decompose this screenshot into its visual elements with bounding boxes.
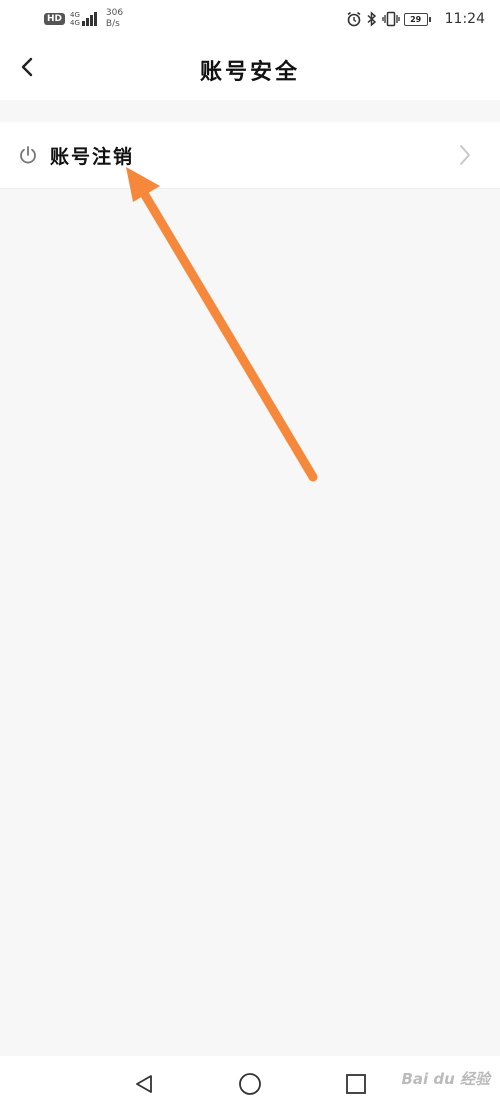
bluetooth-icon: [366, 11, 378, 27]
baidu-watermark: Bai du 经验: [401, 1070, 490, 1088]
nav-recents-button[interactable]: [342, 1070, 370, 1098]
status-bar: HD 4G 4G 306 B/s 29 11:24: [0, 0, 500, 38]
network-speed-value: 306: [105, 8, 124, 18]
network-speed: 306 B/s: [106, 8, 123, 30]
status-bar-right: 29 11:24: [346, 6, 485, 32]
network-type: 4G 4G: [70, 11, 80, 27]
status-time: 11:24: [444, 11, 485, 27]
back-triangle-icon: [136, 1075, 152, 1093]
status-bar-left: HD 4G 4G 306 B/s: [44, 6, 123, 32]
vibrate-icon: [381, 11, 400, 27]
home-circle-icon: [239, 1073, 261, 1095]
page-title: 账号安全: [199, 60, 300, 85]
alarm-icon: [346, 11, 362, 27]
signal-icon: [81, 12, 98, 26]
app-header: 账号安全: [0, 38, 500, 100]
hd-badge: HD: [44, 13, 66, 25]
recents-square-icon: [346, 1074, 366, 1094]
nav-back-button[interactable]: [130, 1070, 158, 1098]
chevron-right-icon: [460, 145, 470, 165]
power-icon: [20, 146, 36, 164]
network-type-top: 4G: [70, 11, 80, 19]
settings-item-label: 账号注销: [50, 146, 135, 168]
settings-item-account-cancellation[interactable]: 账号注销: [0, 122, 500, 189]
network-type-bottom: 4G: [70, 19, 80, 27]
battery-icon: 29: [403, 12, 431, 26]
battery-level: 29: [403, 12, 428, 26]
nav-home-button[interactable]: [236, 1070, 264, 1098]
network-speed-unit: B/s: [105, 19, 120, 29]
